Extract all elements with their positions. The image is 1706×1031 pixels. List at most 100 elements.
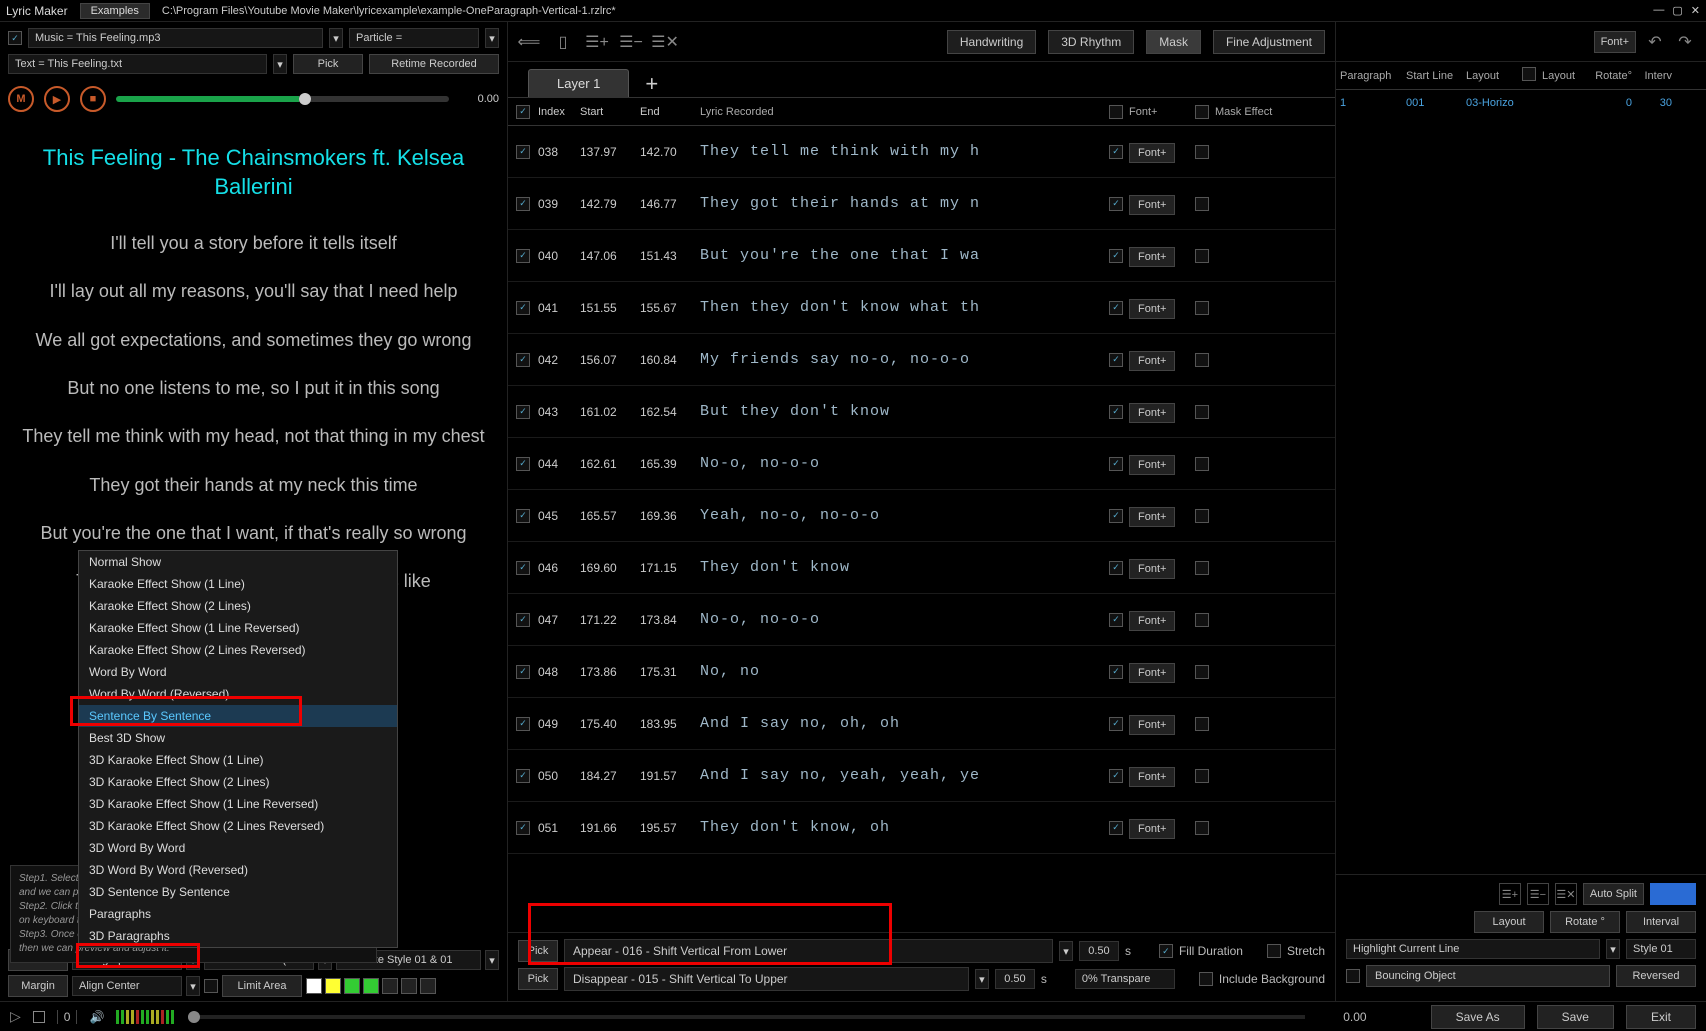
layout-button[interactable]: Layout [1474, 911, 1544, 933]
examples-button[interactable]: Examples [80, 3, 150, 19]
menu-item[interactable]: 3D Sentence By Sentence [79, 881, 397, 903]
menu-item[interactable]: 3D Karaoke Effect Show (2 Lines Reversed… [79, 815, 397, 837]
menu-item[interactable]: Karaoke Effect Show (1 Line) [79, 573, 397, 595]
row-font-checkbox[interactable] [1109, 561, 1123, 575]
menu-item[interactable]: 3D Word By Word (Reversed) [79, 859, 397, 881]
add-layer-icon[interactable]: + [637, 71, 666, 97]
menu-item[interactable]: Paragraphs [79, 903, 397, 925]
remove-list-icon[interactable]: ☰− [620, 31, 642, 53]
mask-mode-button[interactable]: Mask [1146, 30, 1201, 54]
lyric-grid[interactable]: 038137.97142.70They tell me think with m… [508, 126, 1335, 932]
row-mask-checkbox[interactable] [1195, 405, 1209, 419]
stretch-checkbox[interactable] [1267, 944, 1281, 958]
lyric-row[interactable]: 045165.57169.36Yeah, no-o, no-o-oFont+ [508, 490, 1335, 542]
row-font-checkbox[interactable] [1109, 769, 1123, 783]
save-as-button[interactable]: Save As [1431, 1005, 1525, 1029]
row-checkbox[interactable] [516, 821, 530, 835]
row-end[interactable]: 155.67 [640, 301, 700, 315]
marker-button[interactable]: M [8, 86, 34, 112]
col-index[interactable]: Index [538, 106, 580, 118]
row-font-button[interactable]: Font+ [1129, 507, 1175, 527]
menu-item[interactable]: Word By Word [79, 661, 397, 683]
interval-button[interactable]: Interval [1626, 911, 1696, 933]
3d-rhythm-mode-button[interactable]: 3D Rhythm [1048, 30, 1134, 54]
row-start[interactable]: 173.86 [580, 665, 640, 679]
row-checkbox[interactable] [516, 769, 530, 783]
align-dropdown-icon[interactable]: ▾ [186, 976, 200, 996]
reversed-button[interactable]: Reversed [1616, 965, 1696, 987]
row-checkbox[interactable] [516, 717, 530, 731]
col-mask[interactable]: Mask Effect [1215, 106, 1335, 118]
highlight-dropdown-icon[interactable]: ▾ [1606, 939, 1620, 959]
row-end[interactable]: 146.77 [640, 197, 700, 211]
limit-area-button[interactable]: Limit Area [222, 975, 302, 997]
row-font-button[interactable]: Font+ [1129, 611, 1175, 631]
row-mask-checkbox[interactable] [1195, 249, 1209, 263]
row-mask-checkbox[interactable] [1195, 561, 1209, 575]
lyric-row[interactable]: 046169.60171.15They don't knowFont+ [508, 542, 1335, 594]
row-end[interactable]: 142.70 [640, 145, 700, 159]
rotate-button[interactable]: Rotate ° [1550, 911, 1620, 933]
row-checkbox[interactable] [516, 249, 530, 263]
row-lyric[interactable]: They don't know [700, 559, 1103, 576]
row-font-button[interactable]: Font+ [1129, 663, 1175, 683]
lyric-row[interactable]: 044162.61165.39No-o, no-o-oFont+ [508, 438, 1335, 490]
row-end[interactable]: 175.31 [640, 665, 700, 679]
color-block[interactable] [1650, 883, 1696, 905]
list-clear-icon[interactable]: ☰✕ [1555, 883, 1577, 905]
row-font-checkbox[interactable] [1109, 717, 1123, 731]
layout-all-checkbox[interactable] [1522, 67, 1536, 81]
stop-button[interactable]: ■ [80, 86, 106, 112]
row-mask-checkbox[interactable] [1195, 665, 1209, 679]
lyric-row[interactable]: 041151.55155.67Then they don't know what… [508, 282, 1335, 334]
row-lyric[interactable]: But they don't know [700, 403, 1103, 420]
karaoke-style-dropdown-icon[interactable]: ▾ [485, 950, 499, 970]
menu-item[interactable]: Karaoke Effect Show (1 Line Reversed) [79, 617, 397, 639]
row-font-button[interactable]: Font+ [1129, 403, 1175, 423]
row-lyric[interactable]: They tell me think with my h [700, 143, 1103, 160]
row-font-checkbox[interactable] [1109, 197, 1123, 211]
back-icon[interactable]: ⟸ [518, 31, 540, 53]
lyric-row[interactable]: 050184.27191.57And I say no, yeah, yeah,… [508, 750, 1335, 802]
row-start[interactable]: 137.97 [580, 145, 640, 159]
list-remove-icon[interactable]: ☰− [1527, 883, 1549, 905]
row-checkbox[interactable] [516, 405, 530, 419]
row-font-checkbox[interactable] [1109, 145, 1123, 159]
row-checkbox[interactable] [516, 665, 530, 679]
color-swatch[interactable] [382, 978, 398, 994]
menu-item[interactable]: Normal Show [79, 551, 397, 573]
color-swatch[interactable] [401, 978, 417, 994]
row-mask-checkbox[interactable] [1195, 717, 1209, 731]
row-font-button[interactable]: Font+ [1129, 299, 1175, 319]
menu-item[interactable]: Karaoke Effect Show (2 Lines) [79, 595, 397, 617]
undo-icon[interactable]: ↶ [1644, 31, 1666, 53]
row-lyric[interactable]: They don't know, oh [700, 819, 1103, 836]
row-start[interactable]: 191.66 [580, 821, 640, 835]
transparent-field[interactable]: 0% Transpare [1075, 969, 1175, 989]
row-checkbox[interactable] [516, 561, 530, 575]
col-start[interactable]: Start [580, 106, 640, 118]
row-start[interactable]: 171.22 [580, 613, 640, 627]
show-mode-menu[interactable]: Normal ShowKaraoke Effect Show (1 Line)K… [78, 550, 398, 948]
row-start[interactable]: 151.55 [580, 301, 640, 315]
row-mask-checkbox[interactable] [1195, 509, 1209, 523]
row-checkbox[interactable] [516, 197, 530, 211]
row-end[interactable]: 169.36 [640, 509, 700, 523]
lyric-row[interactable]: 043161.02162.54But they don't knowFont+ [508, 386, 1335, 438]
mask-all-checkbox[interactable] [1195, 105, 1209, 119]
lyric-row[interactable]: 040147.06151.43But you're the one that I… [508, 230, 1335, 282]
row-font-checkbox[interactable] [1109, 405, 1123, 419]
row-mask-checkbox[interactable] [1195, 301, 1209, 315]
row-font-checkbox[interactable] [1109, 301, 1123, 315]
row-start[interactable]: 184.27 [580, 769, 640, 783]
play-button[interactable]: ▶ [44, 86, 70, 112]
disappear-effect-field[interactable]: Disappear - 015 - Shift Vertical To Uppe… [564, 967, 969, 991]
bouncing-checkbox[interactable] [1346, 969, 1360, 983]
align-field[interactable]: Align Center [72, 976, 182, 996]
row-font-button[interactable]: Font+ [1129, 247, 1175, 267]
row-lyric[interactable]: My friends say no-o, no-o-o [700, 351, 1103, 368]
bookmark-icon[interactable]: ▯ [552, 31, 574, 53]
row-checkbox[interactable] [516, 301, 530, 315]
lyric-row[interactable]: 048173.86175.31No, noFont+ [508, 646, 1335, 698]
row-start[interactable]: 162.61 [580, 457, 640, 471]
